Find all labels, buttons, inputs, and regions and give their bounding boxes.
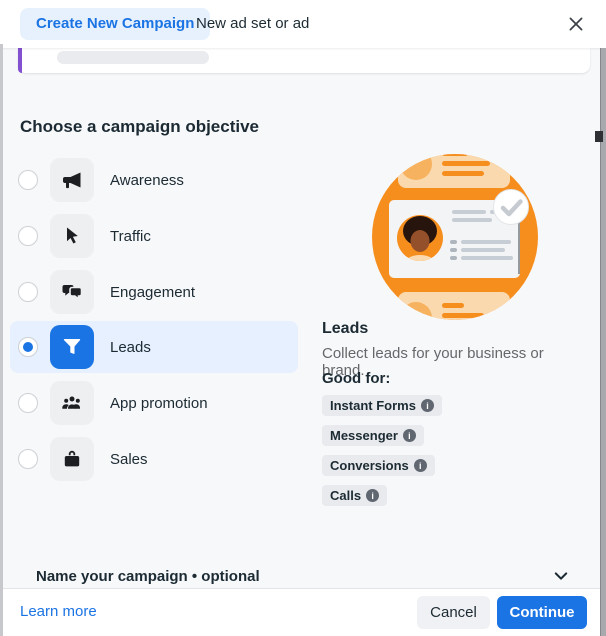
megaphone-icon [50,158,94,202]
tag-calls[interactable]: Calls [322,485,387,506]
dialog-body: Choose a campaign objective Awareness Tr… [0,48,606,589]
scrollbar-artifact [595,131,603,142]
chat-bubbles-icon [50,270,94,314]
objective-label: Sales [110,451,148,468]
cancel-button[interactable]: Cancel [417,596,490,629]
objective-option-sales[interactable]: Sales [10,433,298,485]
tab-create-new-campaign[interactable]: Create New Campaign [20,8,210,40]
objective-label: Awareness [110,172,184,189]
good-for-label: Good for: [322,370,390,387]
radio-unselected[interactable] [18,282,38,302]
objective-option-app-promotion[interactable]: App promotion [10,377,298,429]
objective-label: Leads [110,339,151,356]
tag-instant-forms[interactable]: Instant Forms [322,395,442,416]
objective-label: Engagement [110,284,195,301]
radio-unselected[interactable] [18,449,38,469]
dialog-header: Create New Campaign New ad set or ad [0,0,606,48]
close-icon [564,12,588,36]
objective-option-traffic[interactable]: Traffic [10,210,298,262]
tag-label: Calls [330,488,361,503]
objective-label: Traffic [110,228,151,245]
funnel-icon [50,325,94,369]
tag-messenger[interactable]: Messenger [322,425,424,446]
radio-unselected[interactable] [18,393,38,413]
objective-option-engagement[interactable]: Engagement [10,266,298,318]
page-edge-left [0,44,3,636]
shopping-bag-icon [50,437,94,481]
info-icon[interactable] [414,459,427,472]
buying-type-card [18,48,590,73]
tab-new-ad-set-or-ad[interactable]: New ad set or ad [196,0,309,48]
info-icon[interactable] [366,489,379,502]
close-button[interactable] [564,12,588,36]
radio-selected[interactable] [18,337,38,357]
tag-conversions[interactable]: Conversions [322,455,435,476]
dialog-footer: Learn more Cancel Continue [0,588,606,636]
section-title: Choose a campaign objective [20,117,259,137]
name-campaign-section[interactable]: Name your campaign • optional [0,566,606,589]
cursor-icon [50,214,94,258]
create-campaign-dialog: Create New Campaign New ad set or ad Cho… [0,0,606,636]
radio-unselected[interactable] [18,170,38,190]
tag-label: Conversions [330,458,409,473]
detail-title: Leads [322,320,368,338]
good-for-tags: Instant Forms Messenger Conversions Call… [322,395,442,506]
name-campaign-label: Name your campaign • optional [36,568,260,585]
objective-label: App promotion [110,395,208,412]
learn-more-link[interactable]: Learn more [20,589,97,635]
chevron-down-icon[interactable] [552,567,570,585]
info-icon[interactable] [403,429,416,442]
tag-label: Messenger [330,428,398,443]
objective-option-awareness[interactable]: Awareness [10,154,298,206]
continue-button[interactable]: Continue [497,596,587,629]
objective-option-leads[interactable]: Leads [10,321,298,373]
info-icon[interactable] [421,399,434,412]
people-group-icon [50,381,94,425]
placeholder-bar [57,51,209,64]
leads-illustration [370,152,540,322]
tag-label: Instant Forms [330,398,416,413]
radio-unselected[interactable] [18,226,38,246]
card-accent-bar [18,48,22,73]
